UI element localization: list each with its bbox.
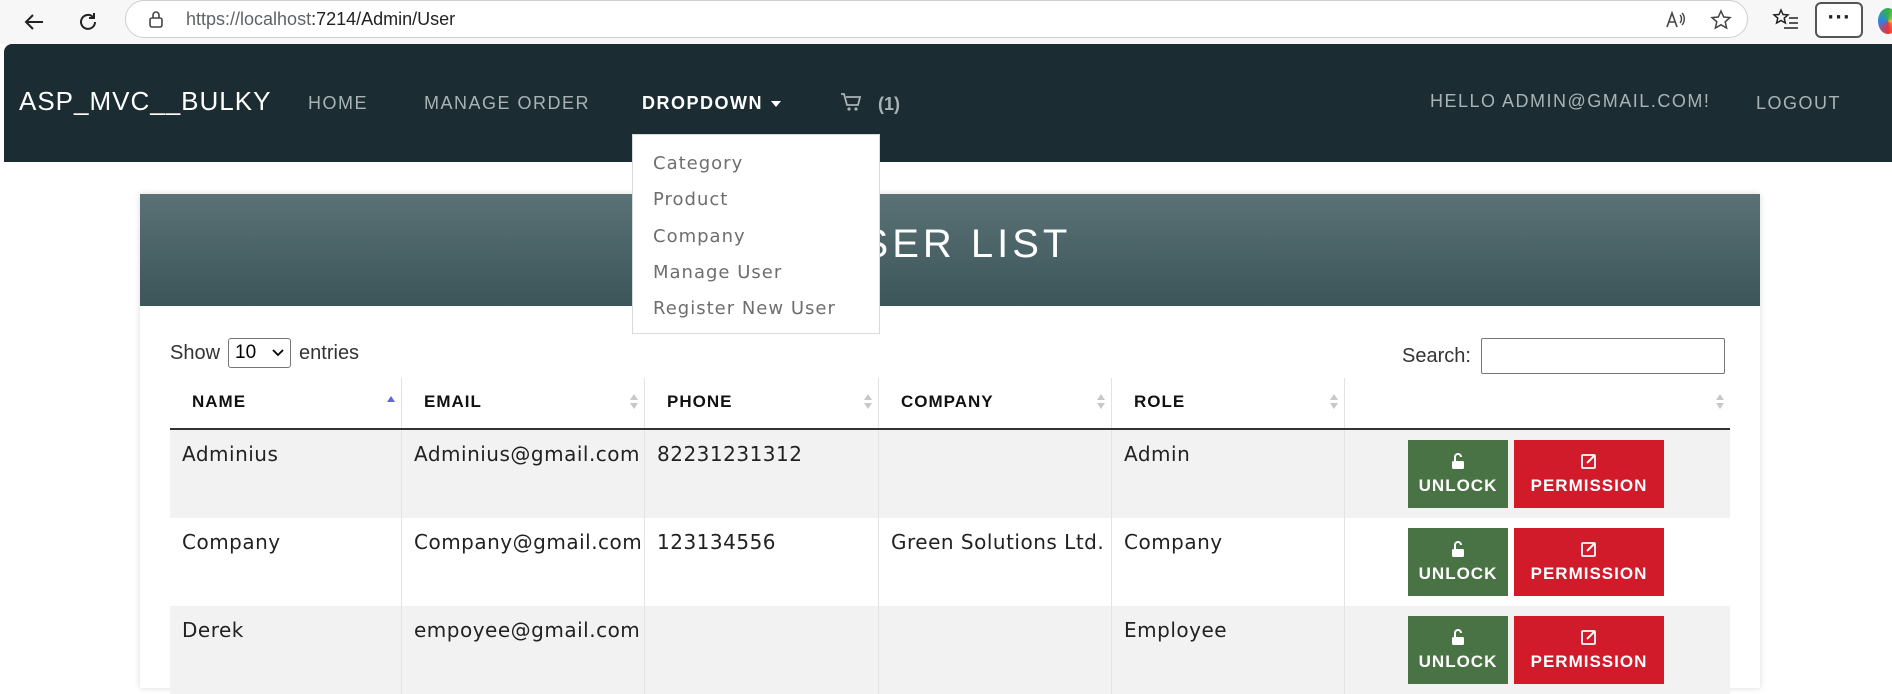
sort-icon xyxy=(1716,394,1724,412)
cell-name: Derek xyxy=(170,606,402,694)
favorites-list-icon[interactable] xyxy=(1772,6,1800,38)
sort-icon xyxy=(630,394,638,412)
address-bar[interactable]: https://localhost:7214/Admin/User xyxy=(125,0,1748,38)
search-label: Search: xyxy=(1402,344,1471,367)
entries-length-control: Show 10 entries xyxy=(170,338,359,368)
dropdown-item-register-user[interactable]: Register New User xyxy=(653,298,836,319)
table-search: Search: xyxy=(1402,338,1725,374)
cell-company: Green Solutions Ltd. xyxy=(879,518,1112,606)
cell-email: Adminius@gmail.com xyxy=(402,430,645,518)
entries-value: 10 xyxy=(235,342,257,363)
dropdown-item-product[interactable]: Product xyxy=(653,189,728,210)
sort-icon xyxy=(1330,394,1338,412)
unlock-icon xyxy=(1452,541,1464,557)
cell-company xyxy=(879,430,1112,518)
chevron-down-icon xyxy=(272,349,284,357)
user-greeting[interactable]: HELLO ADMIN@GMAIL.COM! xyxy=(1430,91,1710,112)
edit-icon xyxy=(1581,630,1596,645)
cell-email: Company@gmail.com xyxy=(402,518,645,606)
table-row: Derek empoyee@gmail.com Employee UNLOCK … xyxy=(170,606,1730,694)
column-header-role[interactable]: ROLE xyxy=(1112,378,1345,428)
permission-button[interactable]: PERMISSION xyxy=(1514,440,1664,508)
search-input[interactable] xyxy=(1480,338,1725,374)
unlock-label: UNLOCK xyxy=(1418,564,1498,583)
lock-icon[interactable] xyxy=(148,10,164,32)
unlock-label: UNLOCK xyxy=(1418,652,1498,671)
card-header: USER LIST xyxy=(140,194,1760,306)
copilot-logo-icon[interactable] xyxy=(1878,8,1892,34)
permission-label: PERMISSION xyxy=(1530,564,1648,583)
page-title: USER LIST xyxy=(828,222,1072,266)
entries-label: entries xyxy=(299,341,360,364)
cell-phone xyxy=(645,606,879,694)
column-label: PHONE xyxy=(667,392,733,411)
dropdown-item-category[interactable]: Category xyxy=(653,153,743,174)
edit-icon xyxy=(1581,454,1596,469)
ellipsis-icon: ··· xyxy=(1827,6,1851,28)
cell-phone: 123134556 xyxy=(645,518,879,606)
dropdown-menu: Category Product Company Manage User Reg… xyxy=(632,134,880,334)
unlock-label: UNLOCK xyxy=(1418,476,1498,495)
browser-toolbar: https://localhost:7214/Admin/User ··· xyxy=(0,0,1892,44)
table-row: Adminius Adminius@gmail.com 82231231312 … xyxy=(170,430,1730,518)
column-label: COMPANY xyxy=(901,392,994,411)
nav-home[interactable]: HOME xyxy=(308,93,368,114)
permission-button[interactable]: PERMISSION xyxy=(1514,616,1664,684)
user-list-card: USER LIST Show 10 entries Search: NAME E… xyxy=(140,194,1760,694)
back-arrow-icon[interactable] xyxy=(18,6,50,38)
cell-email: empoyee@gmail.com xyxy=(402,606,645,694)
table-header: NAME EMAIL PHONE COMPANY ROLE xyxy=(170,378,1730,430)
column-header-company[interactable]: COMPANY xyxy=(879,378,1112,428)
url-text: https://localhost:7214/Admin/User xyxy=(186,9,456,29)
nav-logout[interactable]: LOGOUT xyxy=(1756,93,1841,114)
entries-select[interactable]: 10 xyxy=(228,338,292,368)
column-label: EMAIL xyxy=(424,392,482,411)
unlock-icon xyxy=(1452,629,1464,645)
show-label: Show xyxy=(170,341,221,364)
column-label: ROLE xyxy=(1134,392,1186,411)
cell-role: Admin xyxy=(1112,430,1345,518)
caret-down-icon xyxy=(771,101,781,108)
cell-role: Employee xyxy=(1112,606,1345,694)
dropdown-item-company[interactable]: Company xyxy=(653,226,746,247)
dropdown-item-manage-user[interactable]: Manage User xyxy=(653,262,782,283)
column-label: NAME xyxy=(192,392,247,411)
unlock-icon xyxy=(1452,453,1464,469)
cell-phone: 82231231312 xyxy=(645,430,879,518)
sort-icon xyxy=(864,394,872,412)
edit-icon xyxy=(1581,542,1596,557)
favorite-star-icon[interactable] xyxy=(1710,9,1732,35)
cell-role: Company xyxy=(1112,518,1345,606)
nav-dropdown-label: DROPDOWN xyxy=(642,93,763,113)
more-options-button[interactable]: ··· xyxy=(1815,2,1863,38)
permission-label: PERMISSION xyxy=(1530,652,1648,671)
nav-manage-order[interactable]: MANAGE ORDER xyxy=(424,93,590,114)
unlock-button[interactable]: UNLOCK xyxy=(1408,528,1508,596)
table-row: Company Company@gmail.com 123134556 Gree… xyxy=(170,518,1730,606)
nav-cart[interactable]: (1) xyxy=(840,92,900,117)
nav-dropdown-toggle[interactable]: DROPDOWN xyxy=(642,93,781,114)
column-header-phone[interactable]: PHONE xyxy=(645,378,879,428)
column-header-email[interactable]: EMAIL xyxy=(402,378,645,428)
column-header-name[interactable]: NAME xyxy=(170,378,402,428)
cart-icon xyxy=(840,92,862,117)
unlock-button[interactable]: UNLOCK xyxy=(1408,440,1508,508)
cart-count: (1) xyxy=(878,94,900,114)
brand-logo[interactable]: ASP_MVC__BULKY xyxy=(19,86,271,117)
unlock-button[interactable]: UNLOCK xyxy=(1408,616,1508,684)
permission-button[interactable]: PERMISSION xyxy=(1514,528,1664,596)
permission-label: PERMISSION xyxy=(1530,476,1648,495)
refresh-icon[interactable] xyxy=(72,6,104,38)
sort-icon xyxy=(1097,394,1105,412)
site-navbar: ASP_MVC__BULKY HOME MANAGE ORDER DROPDOW… xyxy=(4,44,1892,162)
cell-name: Company xyxy=(170,518,402,606)
sort-ascending-icon xyxy=(387,394,395,412)
read-aloud-icon[interactable] xyxy=(1664,9,1686,35)
column-header-actions[interactable] xyxy=(1345,378,1730,428)
cell-company xyxy=(879,606,1112,694)
cell-name: Adminius xyxy=(170,430,402,518)
